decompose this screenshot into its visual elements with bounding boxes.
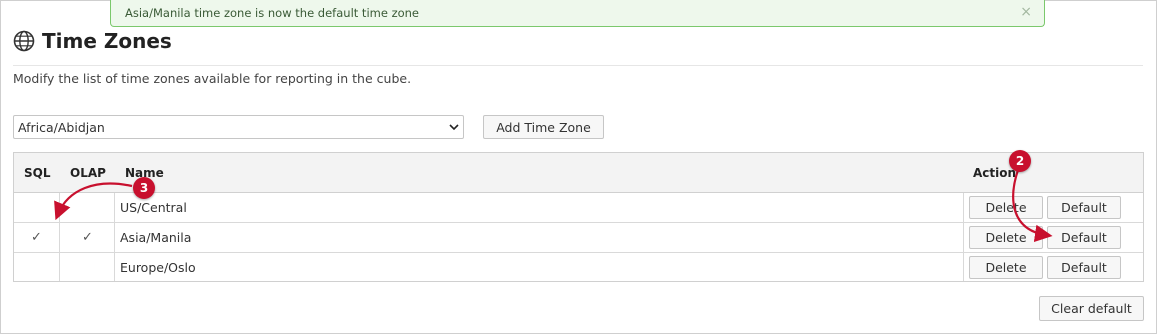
time-zone-table: SQL OLAP Name Action US/Central Delete D… bbox=[13, 152, 1144, 282]
callout-badge-3: 3 bbox=[133, 177, 155, 199]
column-divider bbox=[963, 193, 964, 281]
table-row: ✓ ✓ Asia/Manila Delete Default bbox=[14, 223, 1143, 253]
notification-message: Asia/Manila time zone is now the default… bbox=[125, 6, 420, 20]
callout-badge-2: 2 bbox=[1009, 150, 1031, 172]
delete-button[interactable]: Delete bbox=[969, 226, 1043, 249]
header-sql: SQL bbox=[24, 166, 51, 180]
delete-button[interactable]: Delete bbox=[969, 256, 1043, 279]
time-zone-select-value: Africa/Abidjan bbox=[18, 120, 105, 135]
close-icon[interactable]: × bbox=[1020, 4, 1032, 20]
delete-button[interactable]: Delete bbox=[969, 196, 1043, 219]
add-time-zone-button[interactable]: Add Time Zone bbox=[483, 115, 604, 139]
page-header: Time Zones bbox=[13, 28, 172, 54]
header-divider bbox=[13, 65, 1143, 66]
time-zone-name: US/Central bbox=[120, 200, 187, 215]
default-label: Default bbox=[1061, 200, 1107, 215]
table-row: US/Central Delete Default bbox=[14, 193, 1143, 223]
column-divider bbox=[59, 193, 60, 281]
table-header: SQL OLAP Name Action bbox=[14, 153, 1143, 193]
globe-icon bbox=[13, 30, 35, 52]
chevron-down-icon bbox=[449, 124, 459, 131]
page-description: Modify the list of time zones available … bbox=[13, 71, 412, 86]
sql-check-icon: ✓ bbox=[31, 230, 42, 245]
default-label: Default bbox=[1061, 230, 1107, 245]
header-olap: OLAP bbox=[70, 166, 106, 180]
success-notification: Asia/Manila time zone is now the default… bbox=[110, 0, 1045, 27]
column-divider bbox=[114, 193, 115, 281]
delete-label: Delete bbox=[985, 200, 1027, 215]
clear-default-label: Clear default bbox=[1051, 301, 1132, 316]
page-title: Time Zones bbox=[42, 29, 172, 53]
time-zone-select[interactable]: Africa/Abidjan bbox=[13, 115, 464, 139]
table-row: Europe/Oslo Delete Default bbox=[14, 253, 1143, 283]
clear-default-button[interactable]: Clear default bbox=[1039, 296, 1144, 321]
delete-label: Delete bbox=[985, 230, 1027, 245]
delete-label: Delete bbox=[985, 260, 1027, 275]
time-zone-name: Asia/Manila bbox=[120, 230, 192, 245]
header-action: Action bbox=[973, 166, 1017, 180]
default-button[interactable]: Default bbox=[1047, 256, 1121, 279]
olap-check-icon: ✓ bbox=[82, 230, 93, 245]
default-label: Default bbox=[1061, 260, 1107, 275]
add-time-zone-label: Add Time Zone bbox=[496, 120, 591, 135]
default-button[interactable]: Default bbox=[1047, 196, 1121, 219]
default-button[interactable]: Default bbox=[1047, 226, 1121, 249]
time-zone-name: Europe/Oslo bbox=[120, 260, 196, 275]
